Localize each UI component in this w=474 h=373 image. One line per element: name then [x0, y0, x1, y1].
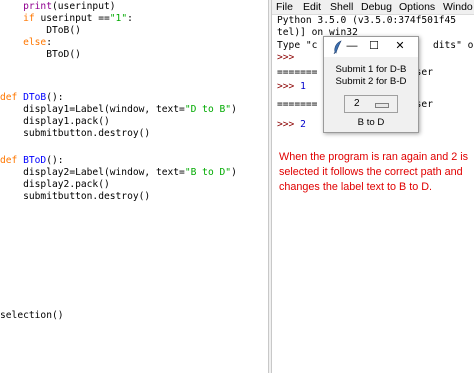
shell-token: 1	[300, 81, 306, 92]
instruction-label-1: Submit 1 for D-B	[335, 64, 407, 75]
tk-dialog-window: — ☐ ✕ Submit 1 for D-B Submit 2 for B-D …	[323, 36, 419, 133]
code-token: BToD()	[46, 49, 81, 60]
code-token: userinput ==	[34, 13, 110, 24]
code-line: def BToD():	[0, 155, 64, 167]
dialog-titlebar[interactable]: — ☐ ✕	[324, 37, 418, 57]
menu-options[interactable]: Options	[399, 0, 435, 14]
code-token: display2=Label(window, text=	[23, 167, 185, 178]
shell-token: =======	[277, 99, 318, 110]
code-token: :	[46, 37, 52, 48]
code-token: display1.pack()	[23, 116, 110, 127]
menu-bar: File Edit Shell Debug Options Windo	[272, 0, 474, 15]
shell-line: >>>	[277, 52, 300, 64]
code-line: if userinput =="1":	[0, 13, 133, 25]
code-line: display2=Label(window, text="B to D")	[0, 167, 237, 179]
shell-line: >>> 1	[277, 81, 306, 93]
code-line: def DToB():	[0, 92, 64, 104]
code-token: :	[127, 13, 133, 24]
code-line: display1=Label(window, text="D to B")	[0, 104, 237, 116]
code-token: )	[231, 104, 237, 115]
option-menu-indicator-icon	[375, 103, 389, 108]
shell-token: dits" or	[432, 40, 474, 51]
maximize-button[interactable]: ☐	[365, 39, 383, 53]
code-line: display1.pack()	[0, 116, 110, 128]
code-token: else	[23, 37, 47, 48]
menu-edit[interactable]: Edit	[303, 0, 321, 14]
shell-token: >>>	[277, 52, 301, 63]
code-token: (userinput)	[52, 1, 116, 12]
code-token: "B to D"	[184, 167, 232, 178]
code-token: if	[23, 13, 35, 24]
code-line: submitbutton.destroy()	[0, 128, 150, 140]
menu-window[interactable]: Windo	[443, 0, 473, 14]
menu-debug[interactable]: Debug	[361, 0, 392, 14]
menu-file[interactable]: File	[276, 0, 293, 14]
code-token: def	[0, 155, 18, 166]
code-token: BToD	[23, 155, 47, 166]
code-token: DToB()	[46, 25, 81, 36]
code-line: selection()	[0, 310, 64, 322]
code-token: ():	[46, 92, 64, 103]
code-token: submitbutton.destroy()	[23, 191, 151, 202]
code-token: DToB	[23, 92, 47, 103]
shell-token: 2	[300, 119, 306, 130]
close-button[interactable]: ✕	[391, 39, 409, 53]
code-line: DToB()	[0, 25, 81, 37]
code-token: "D to B"	[184, 104, 232, 115]
code-token: print	[23, 1, 52, 12]
selection-option-menu[interactable]: 2	[344, 95, 398, 113]
code-token: "1"	[109, 13, 128, 24]
shell-token: =======	[277, 67, 318, 78]
code-token: display1=Label(window, text=	[23, 104, 185, 115]
menu-shell[interactable]: Shell	[330, 0, 353, 14]
code-line: submitbutton.destroy()	[0, 191, 150, 203]
shell-token: >>>	[277, 81, 301, 92]
code-editor[interactable]: print(userinput) if userinput =="1": DTo…	[0, 0, 268, 373]
code-token: ():	[46, 155, 64, 166]
code-token: def	[0, 92, 18, 103]
code-token: )	[231, 167, 237, 178]
shell-token: Python 3.5.0 (v3.5.0:374f501f45	[277, 15, 457, 26]
shell-token: >>>	[277, 119, 301, 130]
code-line: BToD()	[0, 49, 81, 61]
minimize-button[interactable]: —	[343, 39, 361, 53]
code-line: display2.pack()	[0, 179, 110, 191]
shell-token: Type "c	[277, 40, 318, 51]
option-menu-value: 2	[354, 98, 360, 109]
code-line: else:	[0, 37, 52, 49]
result-label: B to D	[357, 117, 385, 128]
code-line: print(userinput)	[0, 1, 116, 13]
code-token: display2.pack()	[23, 179, 110, 190]
shell-line: Python 3.5.0 (v3.5.0:374f501f45	[277, 15, 456, 27]
code-token: submitbutton.destroy()	[23, 128, 151, 139]
annotation-note: When the program is ran again and 2 is s…	[279, 151, 469, 193]
code-token: selection()	[0, 310, 64, 321]
shell-line: >>> 2	[277, 119, 306, 131]
instruction-label-2: Submit 2 for B-D	[335, 76, 407, 87]
